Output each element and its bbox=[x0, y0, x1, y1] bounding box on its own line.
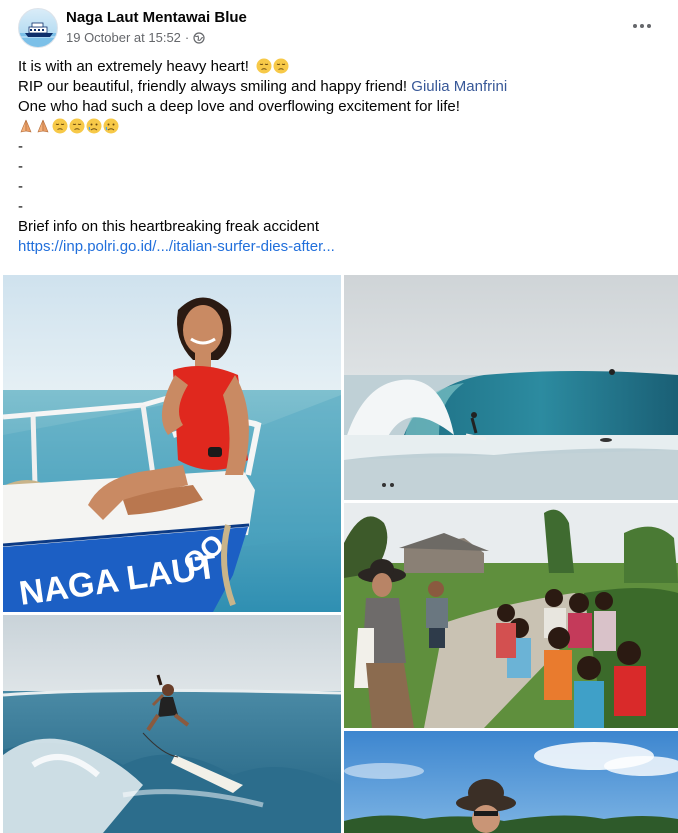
globe-icon[interactable] bbox=[193, 31, 205, 44]
barrel-wave-image bbox=[344, 275, 678, 500]
more-horizontal-icon bbox=[633, 24, 637, 28]
post-header: Naga Laut Mentawai Blue 19 October at 15… bbox=[18, 8, 658, 52]
more-options-button[interactable] bbox=[626, 12, 658, 40]
post-meta: 19 October at 15:52 · bbox=[66, 30, 205, 45]
dash-line: - bbox=[18, 138, 23, 155]
page-avatar[interactable] bbox=[18, 8, 58, 48]
surfer-aerial-image bbox=[3, 615, 341, 833]
boat-photo-image: NAGA LAUT OO bbox=[3, 275, 341, 612]
message-text-1: It is with an extremely heavy heart! bbox=[18, 58, 249, 75]
photo-barrel-wave[interactable] bbox=[344, 275, 678, 500]
pensive-face-emoji bbox=[69, 118, 85, 134]
photo-woman-on-boat[interactable]: NAGA LAUT OO bbox=[3, 275, 341, 612]
more-dot bbox=[647, 24, 651, 28]
dash-line: - bbox=[18, 178, 23, 195]
photo-grid: NAGA LAUT OO bbox=[3, 275, 678, 833]
sad-relieved-face-emoji bbox=[103, 118, 119, 134]
photo-surfer-aerial[interactable] bbox=[3, 615, 341, 833]
message-info-line: Brief info on this heartbreaking freak a… bbox=[18, 218, 320, 235]
photo-woman-beach[interactable] bbox=[344, 731, 678, 833]
article-link[interactable]: https://inp.polri.go.id/.../italian-surf… bbox=[18, 238, 335, 255]
dash-line: - bbox=[18, 158, 23, 175]
pensive-face-emoji bbox=[52, 118, 68, 134]
woman-beach-image bbox=[344, 731, 678, 833]
mention-link[interactable]: Giulia Manfrini bbox=[411, 78, 507, 95]
pensive-face-emoji bbox=[256, 58, 272, 74]
more-dot bbox=[640, 24, 644, 28]
village-children-image bbox=[344, 503, 678, 728]
message-line-2: RIP our beautiful, friendly always smili… bbox=[18, 77, 658, 97]
message-emoji-line bbox=[18, 117, 658, 137]
folded-hands-emoji bbox=[37, 119, 49, 133]
boat-logo-icon bbox=[19, 22, 57, 47]
post-message: It is with an extremely heavy heart! RIP… bbox=[18, 57, 658, 257]
message-line-3: One who had such a deep love and overflo… bbox=[18, 98, 460, 115]
sad-relieved-face-emoji bbox=[86, 118, 102, 134]
page-name-link[interactable]: Naga Laut Mentawai Blue bbox=[66, 9, 247, 26]
message-text-2: RIP our beautiful, friendly always smili… bbox=[18, 78, 408, 95]
meta-separator: · bbox=[184, 30, 190, 45]
facebook-post: Naga Laut Mentawai Blue 19 October at 15… bbox=[0, 0, 678, 833]
dash-line: - bbox=[18, 198, 23, 215]
post-timestamp[interactable]: 19 October at 15:52 bbox=[66, 30, 181, 45]
photo-village-children[interactable] bbox=[344, 503, 678, 728]
folded-hands-emoji bbox=[20, 119, 32, 133]
message-link-line: https://inp.polri.go.id/.../italian-surf… bbox=[18, 237, 658, 257]
message-line-1: It is with an extremely heavy heart! bbox=[18, 57, 658, 77]
pensive-face-emoji bbox=[273, 58, 289, 74]
